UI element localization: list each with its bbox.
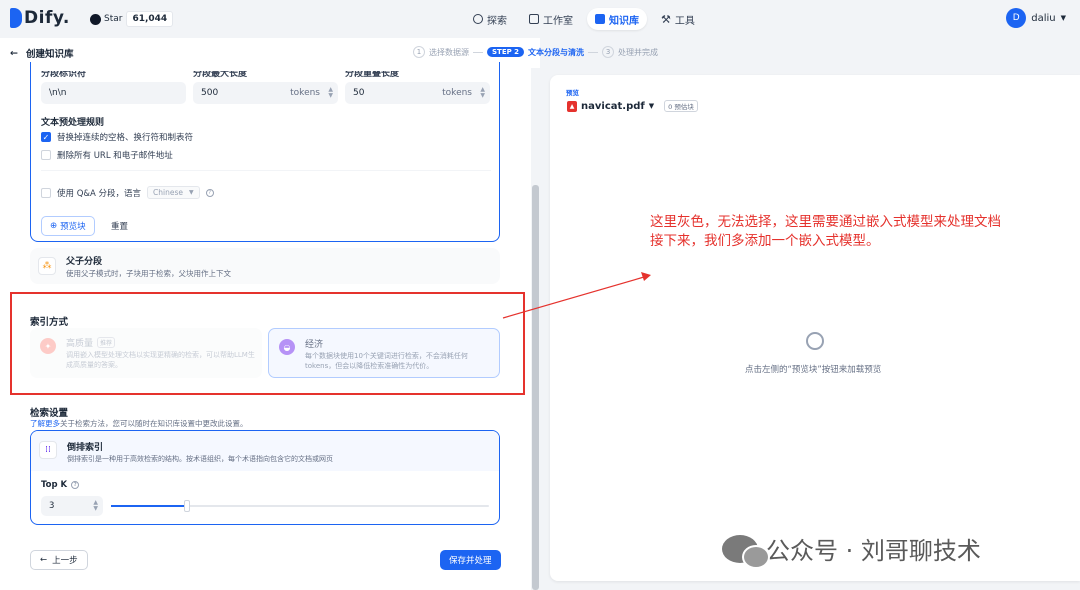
- annotation-arrow: [502, 272, 651, 319]
- watermark-text: 公众号 · 刘哥聊技术: [766, 537, 981, 565]
- watermark: 公众号 · 刘哥聊技术: [722, 531, 981, 569]
- wechat-icon: [722, 534, 770, 569]
